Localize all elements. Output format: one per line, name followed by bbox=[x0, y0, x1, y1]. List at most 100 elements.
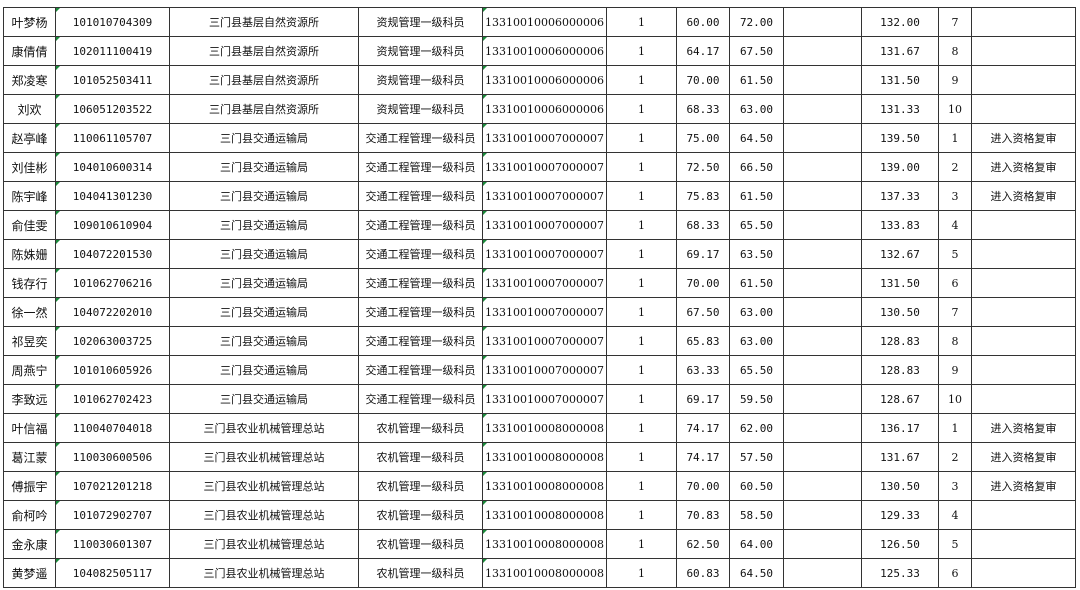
cell-extra[interactable] bbox=[783, 181, 862, 211]
cell-extra[interactable] bbox=[783, 297, 862, 327]
cell-position-code[interactable]: 13310010007000007 bbox=[482, 268, 607, 298]
cell-name[interactable]: 俞佳雯 bbox=[3, 210, 56, 240]
cell-extra[interactable] bbox=[783, 210, 862, 240]
cell-position[interactable]: 交通工程管理一级科员 bbox=[358, 326, 483, 356]
cell-score-1[interactable]: 74.17 bbox=[676, 413, 730, 443]
cell-exam-id[interactable]: 101010704309 bbox=[55, 7, 170, 37]
cell-quota[interactable]: 1 bbox=[606, 210, 677, 240]
cell-position[interactable]: 交通工程管理一级科员 bbox=[358, 384, 483, 414]
cell-organization[interactable]: 三门县交通运输局 bbox=[169, 239, 359, 269]
cell-note[interactable]: 进入资格复审 bbox=[971, 123, 1076, 153]
cell-position[interactable]: 农机管理一级科员 bbox=[358, 529, 483, 559]
cell-exam-id[interactable]: 101010605926 bbox=[55, 355, 170, 385]
cell-position[interactable]: 交通工程管理一级科员 bbox=[358, 152, 483, 182]
cell-extra[interactable] bbox=[783, 355, 862, 385]
cell-quota[interactable]: 1 bbox=[606, 36, 677, 66]
cell-note[interactable]: 进入资格复审 bbox=[971, 471, 1076, 501]
cell-note[interactable] bbox=[971, 210, 1076, 240]
cell-name[interactable]: 陈姝姗 bbox=[3, 239, 56, 269]
cell-rank[interactable]: 2 bbox=[938, 152, 972, 182]
cell-score-2[interactable]: 62.00 bbox=[729, 413, 784, 443]
cell-name[interactable]: 周燕宁 bbox=[3, 355, 56, 385]
cell-name[interactable]: 陈宇峰 bbox=[3, 181, 56, 211]
cell-exam-id[interactable]: 107021201218 bbox=[55, 471, 170, 501]
cell-quota[interactable]: 1 bbox=[606, 7, 677, 37]
cell-quota[interactable]: 1 bbox=[606, 123, 677, 153]
cell-organization[interactable]: 三门县交通运输局 bbox=[169, 210, 359, 240]
cell-exam-id[interactable]: 110040704018 bbox=[55, 413, 170, 443]
cell-note[interactable]: 进入资格复审 bbox=[971, 442, 1076, 472]
cell-score-1[interactable]: 67.50 bbox=[676, 297, 730, 327]
cell-total-score[interactable]: 136.17 bbox=[861, 413, 939, 443]
cell-total-score[interactable]: 126.50 bbox=[861, 529, 939, 559]
cell-score-1[interactable]: 63.33 bbox=[676, 355, 730, 385]
cell-score-1[interactable]: 60.00 bbox=[676, 7, 730, 37]
cell-quota[interactable]: 1 bbox=[606, 152, 677, 182]
cell-name[interactable]: 李致远 bbox=[3, 384, 56, 414]
cell-note[interactable] bbox=[971, 326, 1076, 356]
cell-total-score[interactable]: 130.50 bbox=[861, 297, 939, 327]
cell-total-score[interactable]: 131.50 bbox=[861, 268, 939, 298]
cell-quota[interactable]: 1 bbox=[606, 297, 677, 327]
cell-exam-id[interactable]: 104072202010 bbox=[55, 297, 170, 327]
cell-rank[interactable]: 7 bbox=[938, 297, 972, 327]
cell-quota[interactable]: 1 bbox=[606, 239, 677, 269]
cell-exam-id[interactable]: 101072902707 bbox=[55, 500, 170, 530]
cell-organization[interactable]: 三门县交通运输局 bbox=[169, 181, 359, 211]
cell-total-score[interactable]: 128.67 bbox=[861, 384, 939, 414]
cell-score-1[interactable]: 70.00 bbox=[676, 268, 730, 298]
cell-score-2[interactable]: 65.50 bbox=[729, 355, 784, 385]
cell-exam-id[interactable]: 110030600506 bbox=[55, 442, 170, 472]
cell-name[interactable]: 叶梦杨 bbox=[3, 7, 56, 37]
cell-score-2[interactable]: 61.50 bbox=[729, 65, 784, 95]
cell-quota[interactable]: 1 bbox=[606, 65, 677, 95]
cell-score-2[interactable]: 66.50 bbox=[729, 152, 784, 182]
cell-score-1[interactable]: 70.83 bbox=[676, 500, 730, 530]
cell-total-score[interactable]: 132.00 bbox=[861, 7, 939, 37]
cell-extra[interactable] bbox=[783, 94, 862, 124]
cell-score-2[interactable]: 61.50 bbox=[729, 268, 784, 298]
cell-score-1[interactable]: 65.83 bbox=[676, 326, 730, 356]
cell-position-code[interactable]: 13310010007000007 bbox=[482, 210, 607, 240]
cell-name[interactable]: 叶信福 bbox=[3, 413, 56, 443]
cell-name[interactable]: 祁昱奕 bbox=[3, 326, 56, 356]
cell-organization[interactable]: 三门县农业机械管理总站 bbox=[169, 558, 359, 588]
cell-organization[interactable]: 三门县农业机械管理总站 bbox=[169, 529, 359, 559]
cell-position-code[interactable]: 13310010008000008 bbox=[482, 413, 607, 443]
cell-score-2[interactable]: 72.00 bbox=[729, 7, 784, 37]
cell-extra[interactable] bbox=[783, 471, 862, 501]
cell-position-code[interactable]: 13310010008000008 bbox=[482, 529, 607, 559]
cell-extra[interactable] bbox=[783, 529, 862, 559]
cell-note[interactable] bbox=[971, 239, 1076, 269]
cell-quota[interactable]: 1 bbox=[606, 94, 677, 124]
cell-extra[interactable] bbox=[783, 123, 862, 153]
cell-score-2[interactable]: 65.50 bbox=[729, 210, 784, 240]
cell-rank[interactable]: 3 bbox=[938, 181, 972, 211]
cell-quota[interactable]: 1 bbox=[606, 471, 677, 501]
cell-score-1[interactable]: 69.17 bbox=[676, 239, 730, 269]
cell-rank[interactable]: 2 bbox=[938, 442, 972, 472]
cell-rank[interactable]: 10 bbox=[938, 94, 972, 124]
cell-extra[interactable] bbox=[783, 384, 862, 414]
cell-name[interactable]: 钱存行 bbox=[3, 268, 56, 298]
cell-score-1[interactable]: 70.00 bbox=[676, 65, 730, 95]
cell-position[interactable]: 资规管理一级科员 bbox=[358, 7, 483, 37]
cell-note[interactable]: 进入资格复审 bbox=[971, 413, 1076, 443]
cell-note[interactable] bbox=[971, 384, 1076, 414]
cell-rank[interactable]: 5 bbox=[938, 529, 972, 559]
cell-total-score[interactable]: 129.33 bbox=[861, 500, 939, 530]
cell-rank[interactable]: 9 bbox=[938, 355, 972, 385]
cell-exam-id[interactable]: 106051203522 bbox=[55, 94, 170, 124]
cell-name[interactable]: 俞柯吟 bbox=[3, 500, 56, 530]
cell-score-2[interactable]: 63.00 bbox=[729, 94, 784, 124]
cell-score-1[interactable]: 68.33 bbox=[676, 94, 730, 124]
cell-extra[interactable] bbox=[783, 152, 862, 182]
cell-extra[interactable] bbox=[783, 7, 862, 37]
cell-note[interactable]: 进入资格复审 bbox=[971, 181, 1076, 211]
cell-total-score[interactable]: 128.83 bbox=[861, 355, 939, 385]
cell-score-1[interactable]: 69.17 bbox=[676, 384, 730, 414]
cell-position-code[interactable]: 13310010007000007 bbox=[482, 152, 607, 182]
cell-exam-id[interactable]: 109010610904 bbox=[55, 210, 170, 240]
cell-total-score[interactable]: 130.50 bbox=[861, 471, 939, 501]
cell-name[interactable]: 傅振宇 bbox=[3, 471, 56, 501]
